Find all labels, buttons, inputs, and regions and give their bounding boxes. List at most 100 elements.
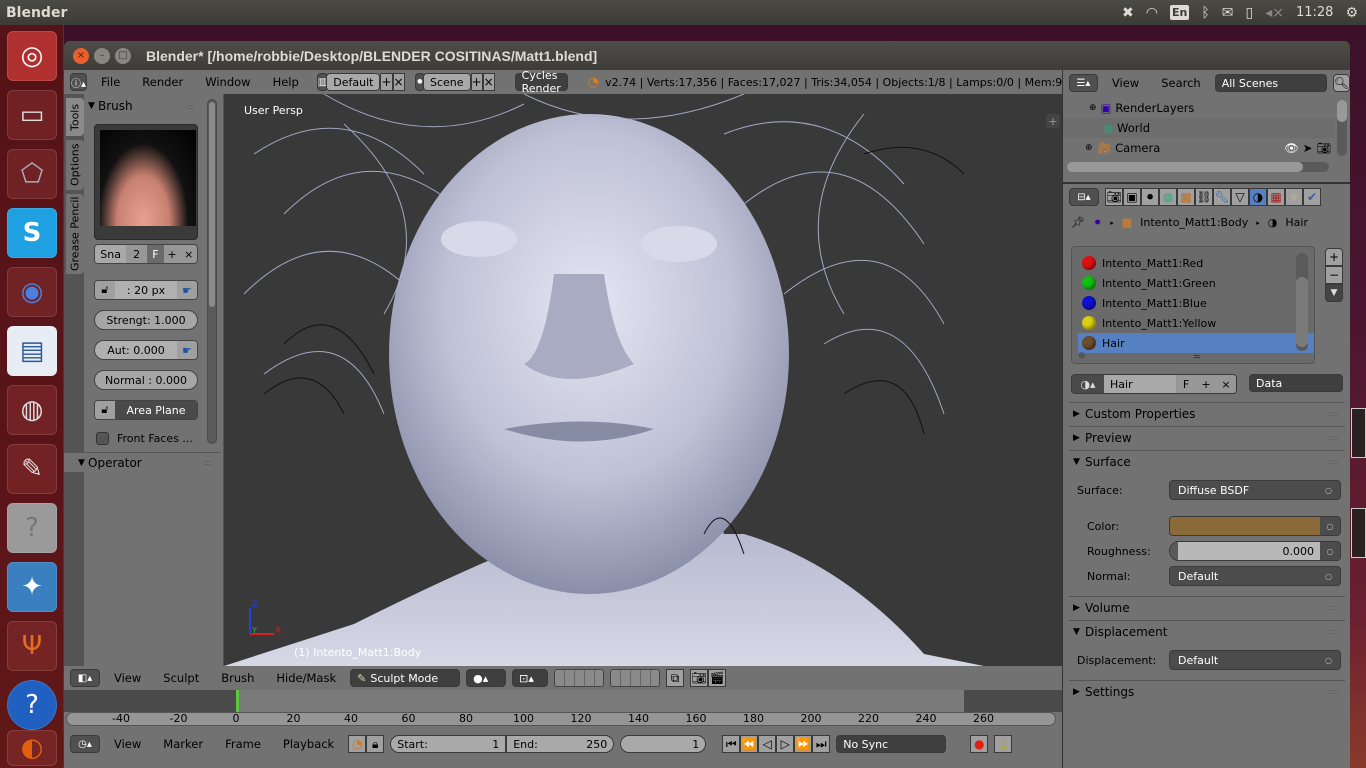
displacement-panel-header[interactable]: ▼ Displacement:::: (1069, 620, 1345, 642)
visibility-eye-icon[interactable]: 👁︎ (1284, 141, 1299, 155)
menu-view[interactable]: View (1104, 76, 1147, 90)
brush-panel-header[interactable]: ▼ Brush :::: (84, 96, 204, 116)
menu-playback[interactable]: Playback (275, 737, 342, 751)
roughness-field[interactable]: 0.000 ○ (1169, 541, 1341, 561)
outliner-item-renderlayers[interactable]: ⊕ ▣ RenderLayers (1063, 98, 1335, 118)
remove-material-slot-button[interactable]: − (1325, 266, 1343, 284)
unlink-material-icon[interactable]: × (1216, 375, 1236, 393)
scrollbar-thumb[interactable] (1337, 100, 1347, 122)
delete-layout-button[interactable]: × (392, 73, 405, 91)
search-icon[interactable]: 🔍︎ (1332, 74, 1350, 92)
outliner-v-scrollbar[interactable] (1337, 100, 1347, 156)
battery-icon[interactable]: ▯ (1245, 6, 1253, 20)
3d-view-editor-type-button[interactable]: ◧▴ (70, 669, 100, 687)
play-icon[interactable]: ▷ (776, 735, 795, 753)
render-layers-tab-icon[interactable]: ▣ (1123, 188, 1141, 206)
scene-field[interactable]: Scene (422, 73, 471, 91)
launcher-chromium[interactable]: ◉ (7, 267, 57, 317)
material-slot-item[interactable]: Intento_Matt1:Red (1078, 253, 1314, 273)
launcher-firefox[interactable]: ◐ (7, 730, 57, 766)
current-frame-field[interactable]: 1 (620, 735, 707, 753)
radius-field[interactable]: : 20 px (115, 281, 177, 299)
normal-weight-slider[interactable]: Normal : 0.000 (94, 370, 198, 390)
layer-buttons-2[interactable] (610, 669, 661, 687)
delete-scene-button[interactable]: × (482, 73, 495, 91)
keying-set-icon[interactable]: ⚷ (994, 735, 1013, 753)
timeline-editor-type-button[interactable]: ◷▴ (70, 735, 100, 753)
color-field[interactable]: ○ (1169, 516, 1341, 536)
preview-panel-header[interactable]: ▶ Preview:::: (1069, 426, 1345, 448)
drag-grip-icon[interactable]: :::: (1328, 433, 1339, 442)
outliner-item-camera[interactable]: ⊕ 🎥︎ Camera 👁︎ ➤ 📷︎ (1063, 138, 1335, 158)
window-maximize-button[interactable]: □ (115, 47, 131, 64)
material-slot-item[interactable]: Hair (1078, 333, 1314, 353)
sculpt-plane-lock-icon[interactable]: 🔓︎ (95, 401, 115, 419)
bluetooth-icon[interactable]: ᛒ (1201, 6, 1209, 20)
window-close-button[interactable]: × (73, 47, 89, 64)
render-opengl-animation-icon[interactable]: 🎬︎ (708, 669, 727, 687)
launcher-geogebra[interactable]: ⬠ (7, 149, 57, 199)
desktop-file-thumbnail[interactable] (1351, 508, 1366, 558)
volume-panel-header[interactable]: ▶ Volume:::: (1069, 596, 1345, 618)
drag-grip-icon[interactable]: :::: (1328, 687, 1339, 696)
scrollbar-thumb[interactable] (1067, 162, 1303, 172)
start-frame-field[interactable]: Start: 1 (390, 735, 507, 753)
brush-name-field[interactable]: Sna (95, 245, 127, 263)
menu-search[interactable]: Search (1153, 76, 1209, 90)
menu-window[interactable]: Window (197, 75, 258, 89)
material-tab-icon[interactable]: ◑ (1249, 188, 1267, 206)
drag-grip-icon[interactable]: :::: (1328, 409, 1339, 418)
menu-frame[interactable]: Frame (217, 737, 269, 751)
window-minimize-button[interactable]: – (94, 47, 110, 64)
launcher-ubuntu-dash[interactable]: ◎ (7, 31, 57, 81)
brush-fake-user-button[interactable]: F (147, 245, 164, 263)
outliner-item-world[interactable]: ◍ World (1063, 118, 1335, 138)
sync-mode-select[interactable]: No Sync (836, 735, 947, 753)
power-icon[interactable]: ⚙ (1345, 6, 1358, 20)
scene-tab-icon[interactable]: ⚫ (1141, 188, 1159, 206)
launcher-kstars[interactable]: ✦ (7, 562, 57, 612)
material-list-scrollbar[interactable] (1296, 253, 1308, 351)
scrollbar-thumb[interactable] (209, 102, 215, 307)
autosmooth-pressure-icon[interactable]: ☛ (177, 341, 197, 359)
screen-layout-field[interactable]: Default (326, 73, 381, 91)
scrollbar-thumb[interactable] (1296, 277, 1308, 347)
info-editor-type-button[interactable]: ⓘ▴ (70, 73, 88, 91)
launcher-files[interactable]: ▭ (7, 90, 57, 140)
surface-panel-header[interactable]: ▼ Surface:::: (1069, 450, 1345, 472)
material-link-select[interactable]: Data (1249, 374, 1343, 392)
menu-view[interactable]: View (106, 737, 149, 751)
timeline-track[interactable] (64, 690, 1062, 712)
object-tab-icon[interactable]: ▩ (1177, 188, 1195, 206)
jump-end-icon[interactable]: ⏭ (812, 735, 831, 753)
expand-icon[interactable]: ⊕ (1085, 143, 1093, 153)
jump-keyframe-back-icon[interactable]: ⏪ (740, 735, 759, 753)
clock[interactable]: 11:28 (1296, 5, 1333, 20)
autosmooth-slider[interactable]: Aut: 0.000 (95, 341, 177, 359)
add-material-slot-button[interactable]: + (1325, 248, 1343, 266)
menu-view[interactable]: View (106, 671, 149, 685)
dropbox-icon[interactable]: ✖ (1122, 6, 1134, 20)
menu-marker[interactable]: Marker (155, 737, 211, 751)
material-fake-user-button[interactable]: F (1176, 375, 1196, 393)
pin-icon[interactable]: 📌︎ (1071, 216, 1085, 229)
launcher-text-editor[interactable]: ✎ (7, 444, 57, 494)
displacement-input-select[interactable]: Default ○ (1169, 650, 1341, 670)
brush-preview[interactable] (94, 124, 198, 240)
play-reverse-icon[interactable]: ◁ (758, 735, 777, 753)
data-tab-icon[interactable]: ▽ (1231, 188, 1249, 206)
drag-grip-icon[interactable]: :::: (1328, 627, 1339, 636)
jump-keyframe-forward-icon[interactable]: ⏩ (794, 735, 813, 753)
texture-tab-icon[interactable]: ▦ (1267, 188, 1285, 206)
tab-grease-pencil[interactable]: Grease Pencil (66, 194, 84, 274)
menu-hide-mask[interactable]: Hide/Mask (268, 671, 344, 685)
modifiers-tab-icon[interactable]: 🔧︎ (1213, 188, 1231, 206)
launcher-libreoffice-impress[interactable]: ▤ (7, 326, 57, 376)
add-brush-icon[interactable]: + (163, 245, 181, 263)
renderable-camera-icon[interactable]: 📷︎ (1316, 141, 1331, 155)
mail-icon[interactable]: ✉ (1222, 6, 1234, 20)
operator-panel-header[interactable]: ▼ Operator :::: (64, 452, 220, 472)
material-name-field[interactable]: Hair (1104, 375, 1176, 393)
interaction-mode-select[interactable]: ✎ Sculpt Mode (350, 669, 461, 687)
render-engine-select[interactable]: Cycles Render (514, 69, 568, 95)
